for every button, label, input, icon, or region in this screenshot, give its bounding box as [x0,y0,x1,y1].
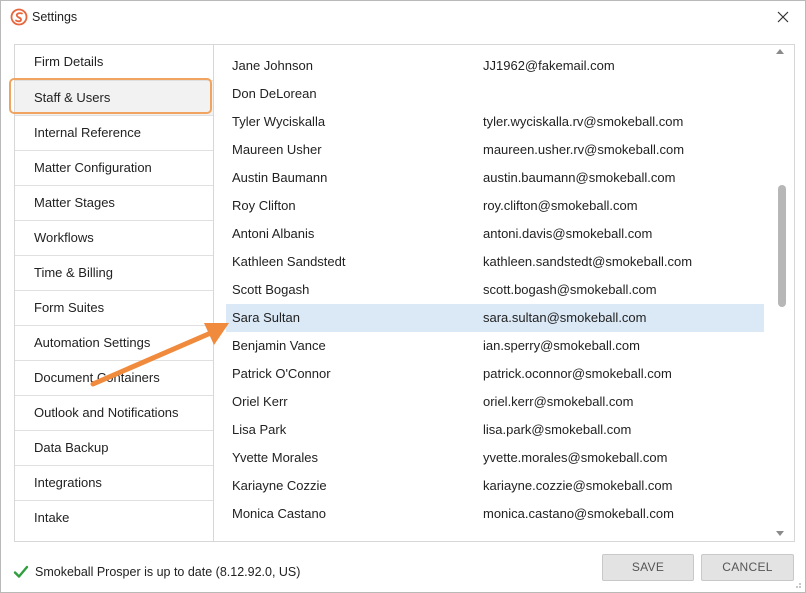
user-email: patrick.oconnor@smokeball.com [483,366,672,381]
sidebar-item-matter-configuration[interactable]: Matter Configuration [15,150,213,185]
sidebar-item-document-containers[interactable]: Document Containers [15,360,213,395]
user-email: scott.bogash@smokeball.com [483,282,657,297]
scroll-thumb[interactable] [778,185,786,307]
user-email: monica.castano@smokeball.com [483,506,674,521]
sidebar-item-matter-stages[interactable]: Matter Stages [15,185,213,220]
sidebar-item-internal-reference[interactable]: Internal Reference [15,115,213,150]
sidebar-item-label: Data Backup [34,440,109,455]
checkmark-icon [13,565,29,578]
user-name: Oriel Kerr [232,394,288,409]
user-name: Lisa Park [232,422,287,437]
sidebar-item-label: Time & Billing [34,265,113,280]
sidebar-item-label: Intake [34,510,70,525]
sidebar-item-label: Matter Stages [34,195,115,210]
sidebar-item-label: Staff & Users [34,90,111,105]
user-email: austin.baumann@smokeball.com [483,170,676,185]
list-item[interactable]: Tyler Wyciskalla tyler.wyciskalla.rv@smok… [226,108,764,136]
user-name: Maureen Usher [232,142,322,157]
close-icon [777,11,789,23]
user-name: Scott Bogash [232,282,310,297]
chevron-down-icon [776,530,784,536]
list-item[interactable]: Patrick O'Connor patrick.oconnor@smokebal… [226,360,764,388]
sidebar-item-staff-users[interactable]: Staff & Users [15,80,213,115]
user-email: oriel.kerr@smokeball.com [483,394,634,409]
user-email: lisa.park@smokeball.com [483,422,632,437]
title-bar: Settings [1,1,805,33]
window-title: Settings [32,10,78,24]
settings-window: Settings Firm Details Staff & Users Inte… [0,0,806,593]
list-item[interactable]: Roy Clifton roy.clifton@smokeball.com [226,192,764,220]
user-email: ian.sperry@smokeball.com [483,338,640,353]
user-name: Jane Johnson [232,58,313,73]
smokeball-logo-icon [10,8,28,26]
user-email: roy.clifton@smokeball.com [483,198,638,213]
list-item[interactable]: Kariayne Cozzie kariayne.cozzie@smokeball… [226,472,764,500]
sidebar-item-data-backup[interactable]: Data Backup [15,430,213,465]
scroll-down-button[interactable] [774,528,786,538]
close-button[interactable] [771,5,795,29]
user-name: Yvette Morales [232,450,318,465]
cancel-button[interactable]: CANCEL [701,554,794,581]
user-name: Tyler Wyciskalla [232,114,326,129]
sidebar-item-label: Automation Settings [34,335,151,350]
resize-grip-icon[interactable] [792,579,802,589]
user-email: antoni.davis@smokeball.com [483,226,653,241]
list-item[interactable]: Jane Johnson JJ1962@fakemail.com [226,52,764,80]
users-list: Jane Johnson JJ1962@fakemail.com Don DeLo… [213,44,795,542]
list-item[interactable]: Scott Bogash scott.bogash@smokeball.com [226,276,764,304]
sidebar-item-label: Matter Configuration [34,160,152,175]
user-name: Patrick O'Connor [232,366,331,381]
sidebar-item-firm-details[interactable]: Firm Details [15,45,213,80]
sidebar-item-label: Firm Details [34,54,104,69]
user-name: Kathleen Sandstedt [232,254,346,269]
user-name: Kariayne Cozzie [232,478,327,493]
user-email: kariayne.cozzie@smokeball.com [483,478,673,493]
list-item[interactable]: Lisa Park lisa.park@smokeball.com [226,416,764,444]
sidebar-item-workflows[interactable]: Workflows [15,220,213,255]
update-status: Smokeball Prosper is up to date (8.12.92… [13,564,300,580]
user-email: kathleen.sandstedt@smokeball.com [483,254,693,269]
status-text: Smokeball Prosper is up to date (8.12.92… [35,565,301,579]
list-scrollbar[interactable] [764,45,794,541]
list-item[interactable]: Don DeLorean [226,80,764,108]
list-item[interactable]: Oriel Kerr oriel.kerr@smokeball.com [226,388,764,416]
user-name: Don DeLorean [232,86,317,101]
sidebar-item-integrations[interactable]: Integrations [15,465,213,500]
sidebar-item-outlook-notifications[interactable]: Outlook and Notifications [15,395,213,430]
save-button[interactable]: SAVE [602,554,694,581]
user-name: Benjamin Vance [232,338,326,353]
user-email: tyler.wyciskalla.rv@smokeball.com [483,114,684,129]
user-email: yvette.morales@smokeball.com [483,450,668,465]
settings-sidebar: Firm Details Staff & Users Internal Refe… [14,44,213,542]
sidebar-item-label: Form Suites [34,300,105,315]
list-item[interactable]: Antoni Albanis antoni.davis@smokeball.com [226,220,764,248]
user-email: sara.sultan@smokeball.com [483,310,647,325]
sidebar-item-label: Internal Reference [34,125,141,140]
sidebar-item-automation-settings[interactable]: Automation Settings [15,325,213,360]
user-email: maureen.usher.rv@smokeball.com [483,142,685,157]
user-name: Sara Sultan [232,310,300,325]
sidebar-item-label: Outlook and Notifications [34,405,179,420]
list-item[interactable]: Yvette Morales yvette.morales@smokeball.c… [226,444,764,472]
list-item[interactable]: Monica Castano monica.castano@smokeball.c… [226,500,764,528]
list-item[interactable]: Austin Baumann austin.baumann@smokeball.c… [226,164,764,192]
list-item[interactable]: Benjamin Vance ian.sperry@smokeball.com [226,332,764,360]
scroll-up-button[interactable] [774,46,786,56]
user-email: JJ1962@fakemail.com [483,58,615,73]
sidebar-item-time-billing[interactable]: Time & Billing [15,255,213,290]
sidebar-item-label: Document Containers [34,370,160,385]
list-item[interactable]: Kathleen Sandstedt kathleen.sandstedt@smo… [226,248,764,276]
user-name: Antoni Albanis [232,226,315,241]
list-item[interactable]: Maureen Usher maureen.usher.rv@smokeball.… [226,136,764,164]
user-name: Roy Clifton [232,198,296,213]
users-list-rows: Jane Johnson JJ1962@fakemail.com Don DeLo… [226,52,764,528]
user-name: Monica Castano [232,506,326,521]
sidebar-item-label: Workflows [34,230,94,245]
chevron-up-icon [776,48,784,54]
list-item-selected[interactable]: Sara Sultan sara.sultan@smokeball.com [226,304,764,332]
user-name: Austin Baumann [232,170,328,185]
sidebar-item-form-suites[interactable]: Form Suites [15,290,213,325]
sidebar-item-intake[interactable]: Intake [15,500,213,535]
sidebar-item-label: Integrations [34,475,102,490]
